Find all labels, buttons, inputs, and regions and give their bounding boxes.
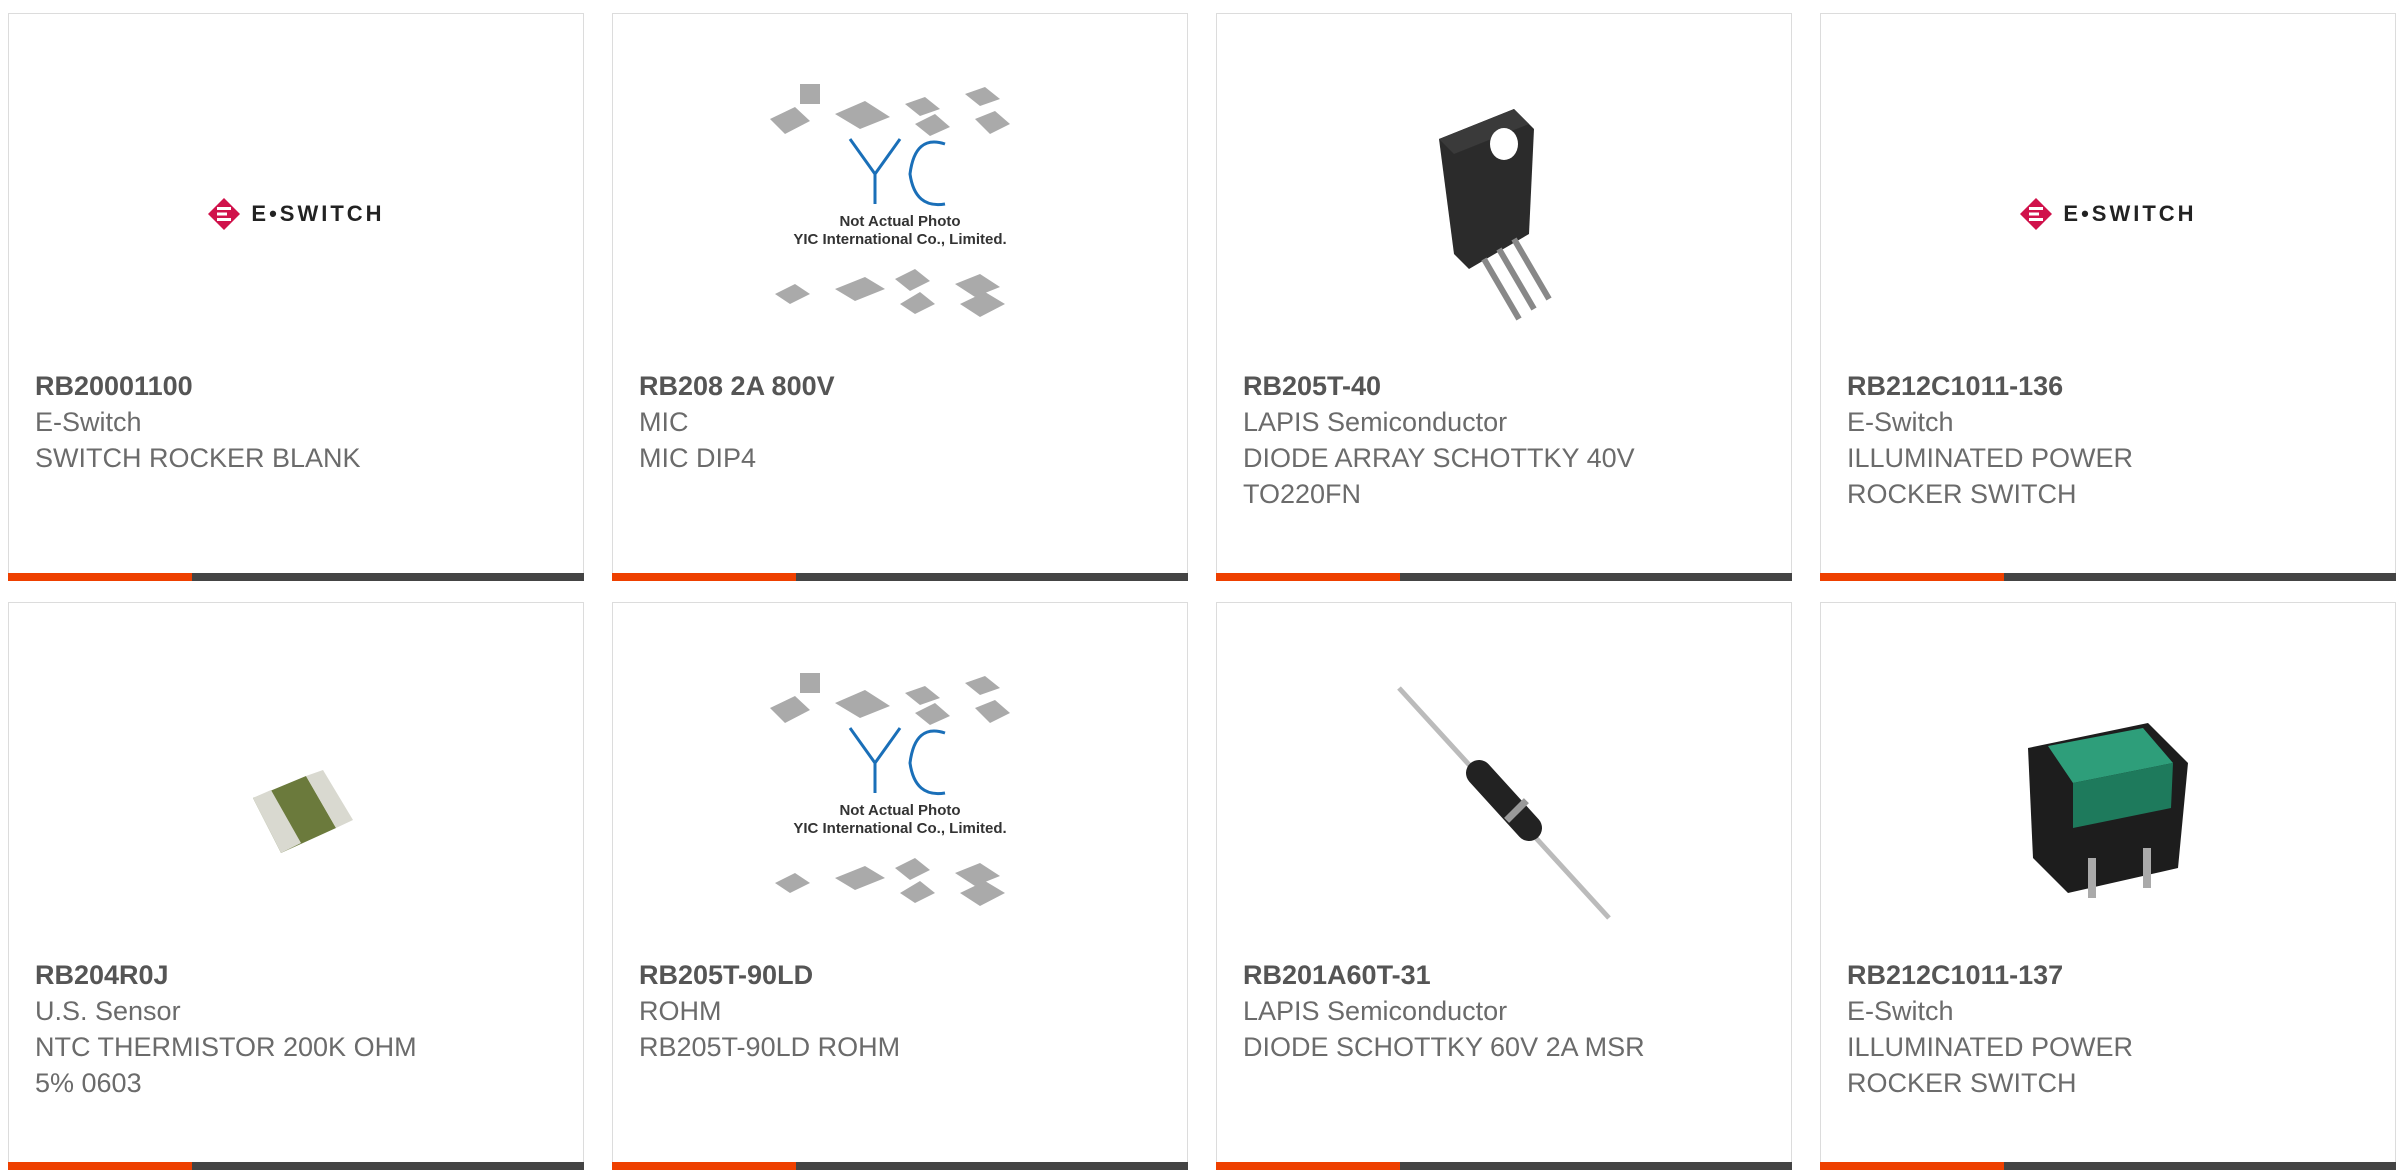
svg-text:Not Actual Photo: Not Actual Photo <box>839 213 960 230</box>
part-number[interactable]: RB205T-90LD <box>639 957 1161 993</box>
manufacturer: LAPIS Semiconductor <box>1243 407 1508 437</box>
card-accent-bar <box>1216 573 1792 581</box>
description: ILLUMINATED POWER <box>1847 1032 2134 1062</box>
product-image[interactable] <box>1369 79 1639 349</box>
manufacturer: U.S. Sensor <box>35 996 181 1026</box>
product-image[interactable]: Not Actual Photo YIC International Co., … <box>765 668 1035 938</box>
product-card[interactable]: Not Actual Photo YIC International Co., … <box>612 13 1188 581</box>
card-accent-bar <box>612 573 1188 581</box>
description: 5% 0603 <box>35 1068 142 1098</box>
description: RB205T-90LD ROHM <box>639 1032 901 1062</box>
svg-text:YIC International Co., Limited: YIC International Co., Limited. <box>793 231 1006 248</box>
description: DIODE ARRAY SCHOTTKY 40V <box>1243 443 1635 473</box>
product-image[interactable] <box>1973 668 2243 938</box>
product-card[interactable]: RB204R0J U.S. Sensor NTC THERMISTOR 200K… <box>8 602 584 1170</box>
card-accent-bar <box>1820 1162 2396 1170</box>
product-image[interactable]: E•SWITCH <box>1973 79 2243 349</box>
manufacturer: MIC <box>639 407 689 437</box>
product-card[interactable]: RB201A60T-31 LAPIS Semiconductor DIODE S… <box>1216 602 1792 1170</box>
product-image[interactable] <box>161 668 431 938</box>
description: SWITCH ROCKER BLANK <box>35 443 361 473</box>
description: TO220FN <box>1243 479 1362 509</box>
manufacturer: E-Switch <box>1847 996 1954 1026</box>
card-accent-bar <box>1820 573 2396 581</box>
description: DIODE SCHOTTKY 60V 2A MSR <box>1243 1032 1645 1062</box>
card-accent-bar <box>8 573 584 581</box>
axial-diode-icon <box>1397 686 1611 920</box>
description: ILLUMINATED POWER <box>1847 443 2134 473</box>
manufacturer: ROHM <box>639 996 722 1026</box>
product-image[interactable]: E•SWITCH <box>161 79 431 349</box>
product-card[interactable]: Not Actual Photo YIC International Co., … <box>612 602 1188 1170</box>
manufacturer: LAPIS Semiconductor <box>1243 996 1508 1026</box>
manufacturer: E-Switch <box>35 407 142 437</box>
part-number[interactable]: RB212C1011-136 <box>1847 368 2369 404</box>
product-card[interactable]: RB212C1011-137 E-Switch ILLUMINATED POWE… <box>1820 602 2396 1170</box>
eswitch-logo: E•SWITCH <box>207 197 384 231</box>
chip-placeholder-icon: Not Actual Photo YIC International Co., … <box>770 673 1010 906</box>
part-number[interactable]: RB208 2A 800V <box>639 368 1161 404</box>
card-accent-bar <box>8 1162 584 1170</box>
description: ROCKER SWITCH <box>1847 1068 2077 1098</box>
card-accent-bar <box>612 1162 1188 1170</box>
chip-placeholder-icon: Not Actual Photo YIC International Co., … <box>770 84 1010 317</box>
manufacturer: E-Switch <box>1847 407 1954 437</box>
description: NTC THERMISTOR 200K OHM <box>35 1032 417 1062</box>
part-number[interactable]: RB205T-40 <box>1243 368 1765 404</box>
description: ROCKER SWITCH <box>1847 479 2077 509</box>
svg-text:Not Actual Photo: Not Actual Photo <box>839 802 960 819</box>
transistor-package-icon <box>1439 109 1552 321</box>
rocker-switch-icon <box>2028 723 2188 898</box>
part-number[interactable]: RB212C1011-137 <box>1847 957 2369 993</box>
product-card[interactable]: E•SWITCH RB212C1011-136 E-Switch ILLUMIN… <box>1820 13 2396 581</box>
smd-thermistor-icon <box>253 770 353 853</box>
eswitch-logo: E•SWITCH <box>2019 197 2196 231</box>
part-number[interactable]: RB204R0J <box>35 957 557 993</box>
product-image[interactable] <box>1369 668 1639 938</box>
part-number[interactable]: RB201A60T-31 <box>1243 957 1765 993</box>
product-card[interactable]: RB205T-40 LAPIS Semiconductor DIODE ARRA… <box>1216 13 1792 581</box>
part-number[interactable]: RB20001100 <box>35 368 557 404</box>
description: MIC DIP4 <box>639 443 757 473</box>
product-image[interactable]: Not Actual Photo YIC International Co., … <box>765 79 1035 349</box>
card-accent-bar <box>1216 1162 1792 1170</box>
product-card[interactable]: E•SWITCH RB20001100 E-Switch SWITCH ROCK… <box>8 13 584 581</box>
svg-text:YIC International Co., Limited: YIC International Co., Limited. <box>793 820 1006 837</box>
